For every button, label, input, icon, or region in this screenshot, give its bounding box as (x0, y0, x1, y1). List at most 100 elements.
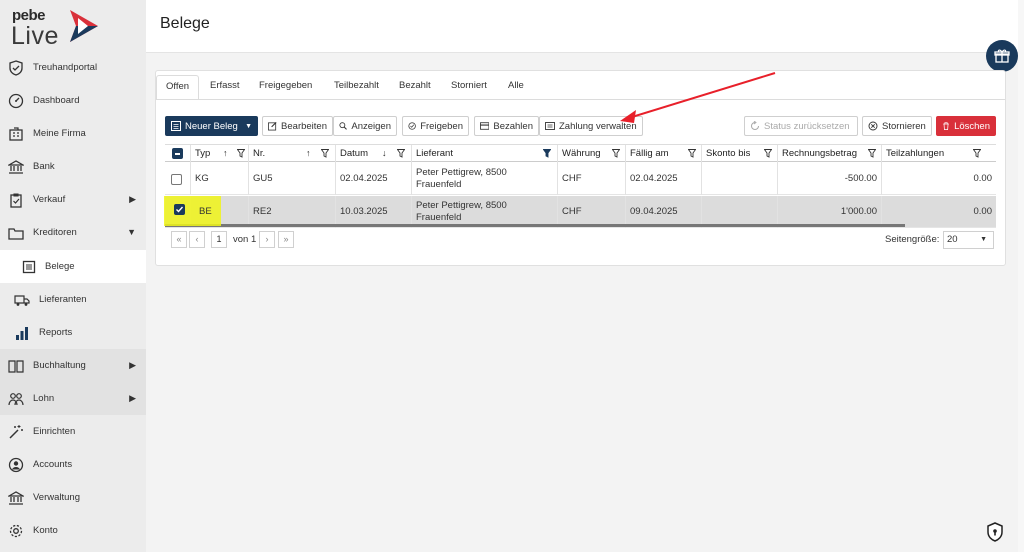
tab-storniert[interactable]: Storniert (442, 75, 496, 100)
pebe-live-logo[interactable]: pebe Live (10, 4, 110, 50)
approve-button[interactable]: Freigeben (402, 116, 469, 136)
cell-lieferant: Peter Pettigrew, 8500 Frauenfeld (411, 163, 557, 195)
tab-erfasst[interactable]: Erfasst (201, 75, 249, 100)
checked-box[interactable] (174, 204, 185, 215)
gift-button[interactable] (986, 40, 1018, 72)
yellow-highlight-annotation (164, 196, 221, 226)
cell-typ: KG (190, 163, 248, 195)
reset-status-button[interactable]: Status zurücksetzen (744, 116, 858, 136)
sidebar-item-meine-firma[interactable]: Meine Firma (0, 117, 146, 150)
filter-icon[interactable] (397, 149, 405, 158)
magic-wand-icon (9, 425, 23, 439)
sidebar-item-buchhaltung[interactable]: Buchhaltung ▶ (0, 349, 146, 382)
col-betrag-label: Rechnungsbetrag (782, 148, 857, 159)
filter-icon[interactable] (688, 149, 696, 158)
sidebar-item-verkauf[interactable]: Verkauf ▶ (0, 183, 146, 216)
filter-icon[interactable] (868, 149, 876, 158)
book-icon (8, 360, 24, 373)
cancel-label: Stornieren (882, 120, 926, 132)
page-size-value: 20 (947, 234, 958, 245)
tab-alle[interactable]: Alle (499, 75, 533, 100)
logo-text-bottom: Live (11, 22, 59, 50)
col-betrag[interactable]: Rechnungsbetrag (777, 145, 881, 163)
sidebar-item-belege[interactable]: Belege (0, 250, 146, 283)
gift-icon (994, 49, 1010, 63)
page-of-text: von 1 (233, 234, 257, 245)
first-page-button[interactable]: « (171, 231, 187, 248)
sort-up-icon[interactable]: ↑ (306, 145, 311, 162)
page-title: Belege (160, 15, 210, 32)
page-scrollbar[interactable] (1018, 0, 1024, 552)
belege-card: Offen Erfasst Freigegeben Teilbezahlt Be… (155, 70, 1006, 266)
col-skonto[interactable]: Skonto bis (701, 145, 777, 163)
delete-button[interactable]: Löschen (936, 116, 996, 136)
row-select-cell[interactable] (165, 163, 190, 195)
sidebar-item-kreditoren[interactable]: Kreditoren ▼ (0, 216, 146, 249)
caret-down-icon: ▼ (245, 122, 252, 130)
row-checkbox[interactable] (171, 173, 182, 185)
sidebar-item-einrichten[interactable]: Einrichten (0, 415, 146, 448)
table-horizontal-scrollbar[interactable] (165, 224, 905, 227)
tab-offen[interactable]: Offen (156, 75, 200, 100)
sort-up-icon[interactable]: ↑ (223, 145, 228, 162)
building-icon (9, 127, 23, 141)
new-beleg-button[interactable]: Neuer Beleg ▼ (165, 116, 258, 136)
shield-lock-icon[interactable] (986, 522, 1004, 542)
table-row[interactable]: KG GU5 02.04.2025 Peter Pettigrew, 8500 … (165, 163, 996, 195)
col-datum[interactable]: Datum ↓ (335, 145, 411, 163)
col-teilzahlungen[interactable]: Teilzahlungen (881, 145, 996, 163)
sort-down-icon[interactable]: ↓ (382, 145, 387, 162)
approve-label: Freigeben (420, 120, 463, 132)
col-nr[interactable]: Nr. ↑ (248, 145, 335, 163)
last-page-button[interactable]: » (278, 231, 294, 248)
sidebar-item-verwaltung[interactable]: Verwaltung (0, 481, 146, 514)
sidebar-item-label: Einrichten (33, 426, 76, 437)
next-page-button[interactable]: › (259, 231, 275, 248)
row-checkbox-checked[interactable] (174, 204, 185, 215)
pagination: « ‹ 1 von 1 › » Seitengröße: 20 ▼ (165, 231, 996, 253)
filter-icon[interactable] (237, 149, 245, 158)
sidebar-item-konto[interactable]: Konto (0, 514, 146, 547)
manage-payment-button[interactable]: Zahlung verwalten (539, 116, 643, 136)
sidebar-item-label: Lohn (33, 393, 55, 404)
col-faellig[interactable]: Fällig am (625, 145, 701, 163)
sidebar-item-dashboard[interactable]: Dashboard (0, 84, 146, 117)
sidebar-item-bank[interactable]: Bank (0, 150, 146, 183)
filter-icon[interactable] (612, 149, 620, 158)
sidebar-item-label: Reports (39, 327, 73, 338)
page-number-input[interactable]: 1 (211, 231, 227, 248)
filter-icon[interactable] (321, 149, 329, 158)
cancel-button[interactable]: Stornieren (862, 116, 932, 136)
col-lieferant[interactable]: Lieferant (411, 145, 557, 163)
prev-page-button[interactable]: ‹ (189, 231, 205, 248)
pay-button[interactable]: Bezahlen (474, 116, 539, 136)
sidebar-item-label: Kreditoren (33, 227, 77, 238)
sidebar-item-lohn[interactable]: Lohn ▶ (0, 382, 146, 415)
sidebar-item-treuhandportal[interactable]: Treuhandportal (0, 51, 146, 84)
list-icon (171, 121, 181, 131)
sidebar-item-label: Belege (45, 261, 75, 272)
tab-teilbezahlt[interactable]: Teilbezahlt (325, 75, 388, 100)
sidebar-item-lieferanten[interactable]: Lieferanten (0, 283, 146, 316)
users-icon (8, 393, 24, 406)
sidebar-item-accounts[interactable]: Accounts (0, 448, 146, 481)
tab-bezahlt[interactable]: Bezahlt (390, 75, 440, 100)
edit-button[interactable]: Bearbeiten (262, 116, 333, 136)
select-all-checkbox[interactable] (172, 148, 183, 159)
select-all-cell[interactable] (165, 145, 190, 163)
filter-icon[interactable] (764, 149, 772, 158)
tab-freigegeben[interactable]: Freigegeben (250, 75, 321, 100)
sidebar-item-label: Accounts (33, 459, 73, 470)
receipt-icon (22, 260, 36, 274)
page-size-select[interactable]: 20 ▼ (943, 231, 994, 249)
col-typ[interactable]: Typ ↑ (190, 145, 248, 163)
search-icon (339, 122, 347, 130)
col-waehrung[interactable]: Währung (557, 145, 625, 163)
x-circle-icon (868, 121, 878, 131)
filter-icon[interactable] (973, 149, 981, 158)
filter-active-icon[interactable] (543, 149, 551, 158)
show-button[interactable]: Anzeigen (333, 116, 397, 136)
sidebar-item-reports[interactable]: Reports (0, 316, 146, 349)
edit-icon (268, 121, 277, 131)
sidebar-item-label: Meine Firma (33, 128, 86, 139)
